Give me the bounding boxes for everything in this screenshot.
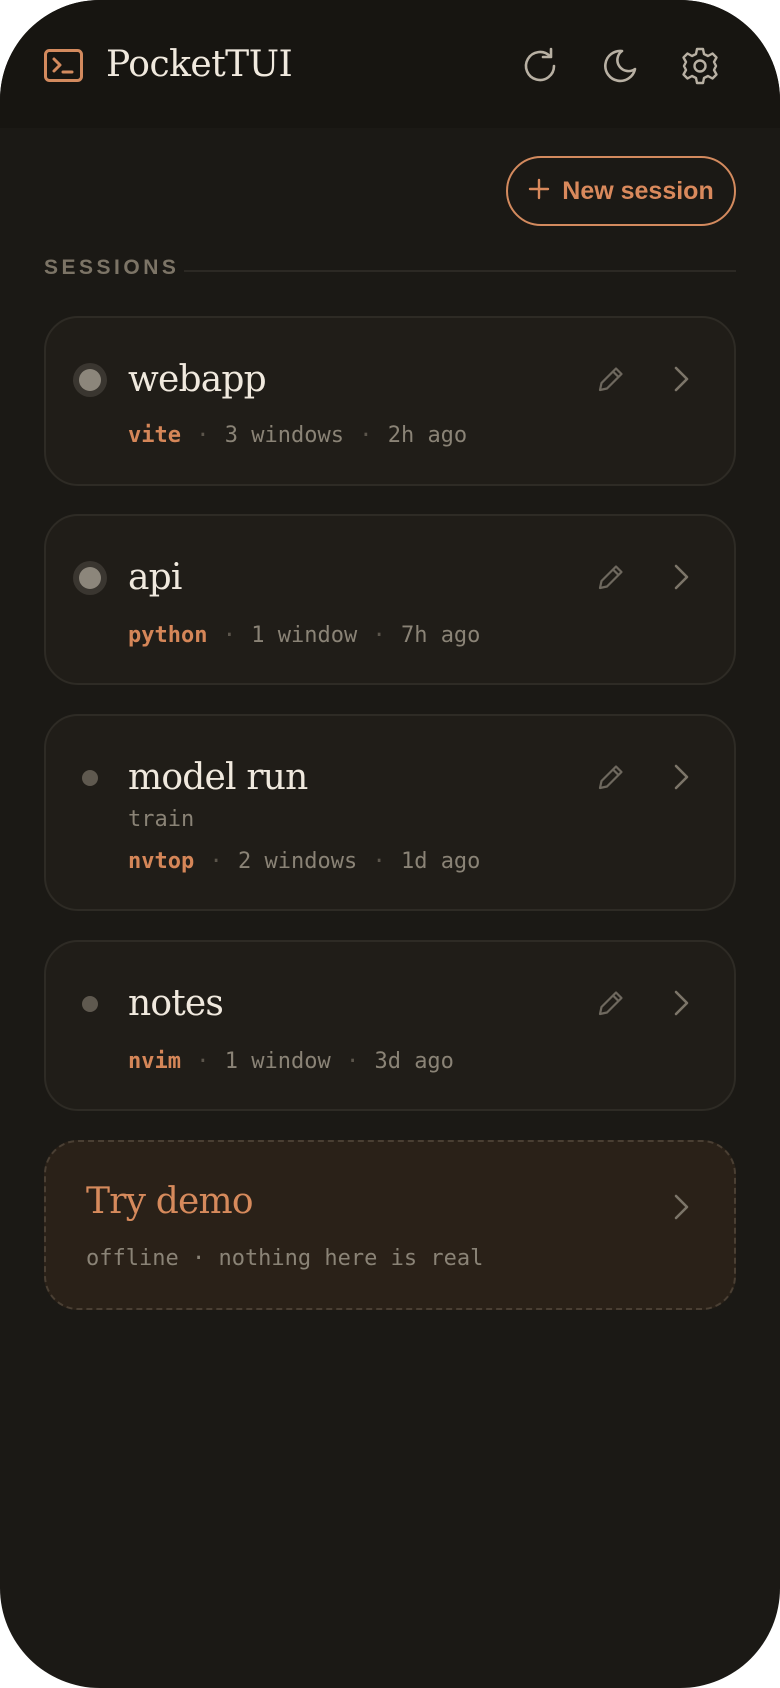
meta-separator: ·: [372, 623, 386, 648]
open-session-button[interactable]: [666, 560, 696, 594]
chevron-right-icon: [666, 764, 696, 798]
session-card-webapp[interactable]: webapp vite · 3 windows · 2h ago: [44, 316, 736, 486]
meta-separator: ·: [196, 423, 210, 448]
refresh-icon: [520, 46, 560, 86]
meta-separator: ·: [372, 849, 386, 874]
terminal-icon: [44, 49, 84, 83]
session-age: 7h ago: [400, 623, 481, 648]
session-name: webapp: [128, 359, 267, 400]
settings-button[interactable]: [680, 46, 720, 86]
status-indicator: [82, 996, 98, 1012]
demo-subtitle: offline · nothing here is real: [86, 1246, 484, 1271]
session-age: 2h ago: [387, 423, 468, 448]
session-window-count: 1 window: [224, 1049, 331, 1074]
new-session-label: New session: [562, 176, 714, 205]
rename-session-button[interactable]: [594, 362, 628, 396]
session-meta: nvtop · 2 windows · 1d ago: [128, 848, 480, 876]
session-command: vite: [128, 423, 181, 448]
gear-icon: [680, 46, 720, 86]
section-divider: [184, 270, 736, 272]
open-session-button[interactable]: [666, 986, 696, 1020]
status-indicator: [79, 369, 101, 391]
status-indicator: [82, 770, 98, 786]
app-title: PocketTUI: [106, 44, 293, 85]
session-card-model-run[interactable]: model run train nvtop · 2 windows · 1d a…: [44, 714, 736, 911]
session-window-count: 1 window: [251, 623, 358, 648]
pencil-icon: [594, 991, 628, 1024]
open-session-button[interactable]: [666, 760, 696, 794]
app-screen: PocketTUI New session SESSIONS webapp vi…: [0, 0, 780, 1688]
session-window-count: 2 windows: [237, 849, 358, 874]
session-age: 1d ago: [400, 849, 481, 874]
session-command: nvim: [128, 1049, 181, 1074]
rename-session-button[interactable]: [594, 560, 628, 594]
moon-icon: [600, 46, 640, 86]
pencil-icon: [594, 765, 628, 798]
refresh-button[interactable]: [520, 46, 560, 86]
open-session-button[interactable]: [666, 362, 696, 396]
chevron-right-icon: [666, 990, 696, 1024]
session-meta: python · 1 window · 7h ago: [128, 622, 480, 650]
status-indicator: [79, 567, 101, 589]
session-command: python: [128, 623, 208, 648]
chevron-right-icon: [666, 1190, 696, 1224]
session-name: notes: [128, 983, 224, 1024]
session-name: api: [128, 557, 182, 598]
rename-session-button[interactable]: [594, 760, 628, 794]
meta-separator: ·: [222, 623, 236, 648]
pencil-icon: [594, 367, 628, 400]
session-card-notes[interactable]: notes nvim · 1 window · 3d ago: [44, 940, 736, 1111]
session-window-count: 3 windows: [224, 423, 344, 448]
try-demo-card[interactable]: Try demo offline · nothing here is real: [44, 1140, 736, 1310]
pencil-icon: [594, 565, 628, 598]
demo-title: Try demo: [86, 1181, 254, 1222]
new-session-button[interactable]: New session: [506, 156, 736, 226]
meta-separator: ·: [345, 1049, 360, 1074]
theme-toggle-button[interactable]: [600, 46, 640, 86]
meta-separator: ·: [196, 1049, 210, 1074]
session-age: 3d ago: [374, 1049, 454, 1074]
app-header: PocketTUI: [0, 0, 780, 128]
session-command: nvtop: [128, 849, 195, 874]
meta-separator: ·: [359, 423, 373, 448]
session-meta: vite · 3 windows · 2h ago: [128, 422, 467, 450]
plus-icon: [528, 178, 550, 205]
session-name: model run: [128, 757, 308, 798]
session-meta: nvim · 1 window · 3d ago: [128, 1048, 454, 1076]
chevron-right-icon: [666, 366, 696, 400]
chevron-right-icon: [666, 564, 696, 598]
session-card-api[interactable]: api python · 1 window · 7h ago: [44, 514, 736, 685]
session-subtitle: train: [128, 807, 195, 832]
meta-separator: ·: [209, 849, 223, 874]
rename-session-button[interactable]: [594, 986, 628, 1020]
sessions-section-heading: SESSIONS: [44, 256, 180, 279]
